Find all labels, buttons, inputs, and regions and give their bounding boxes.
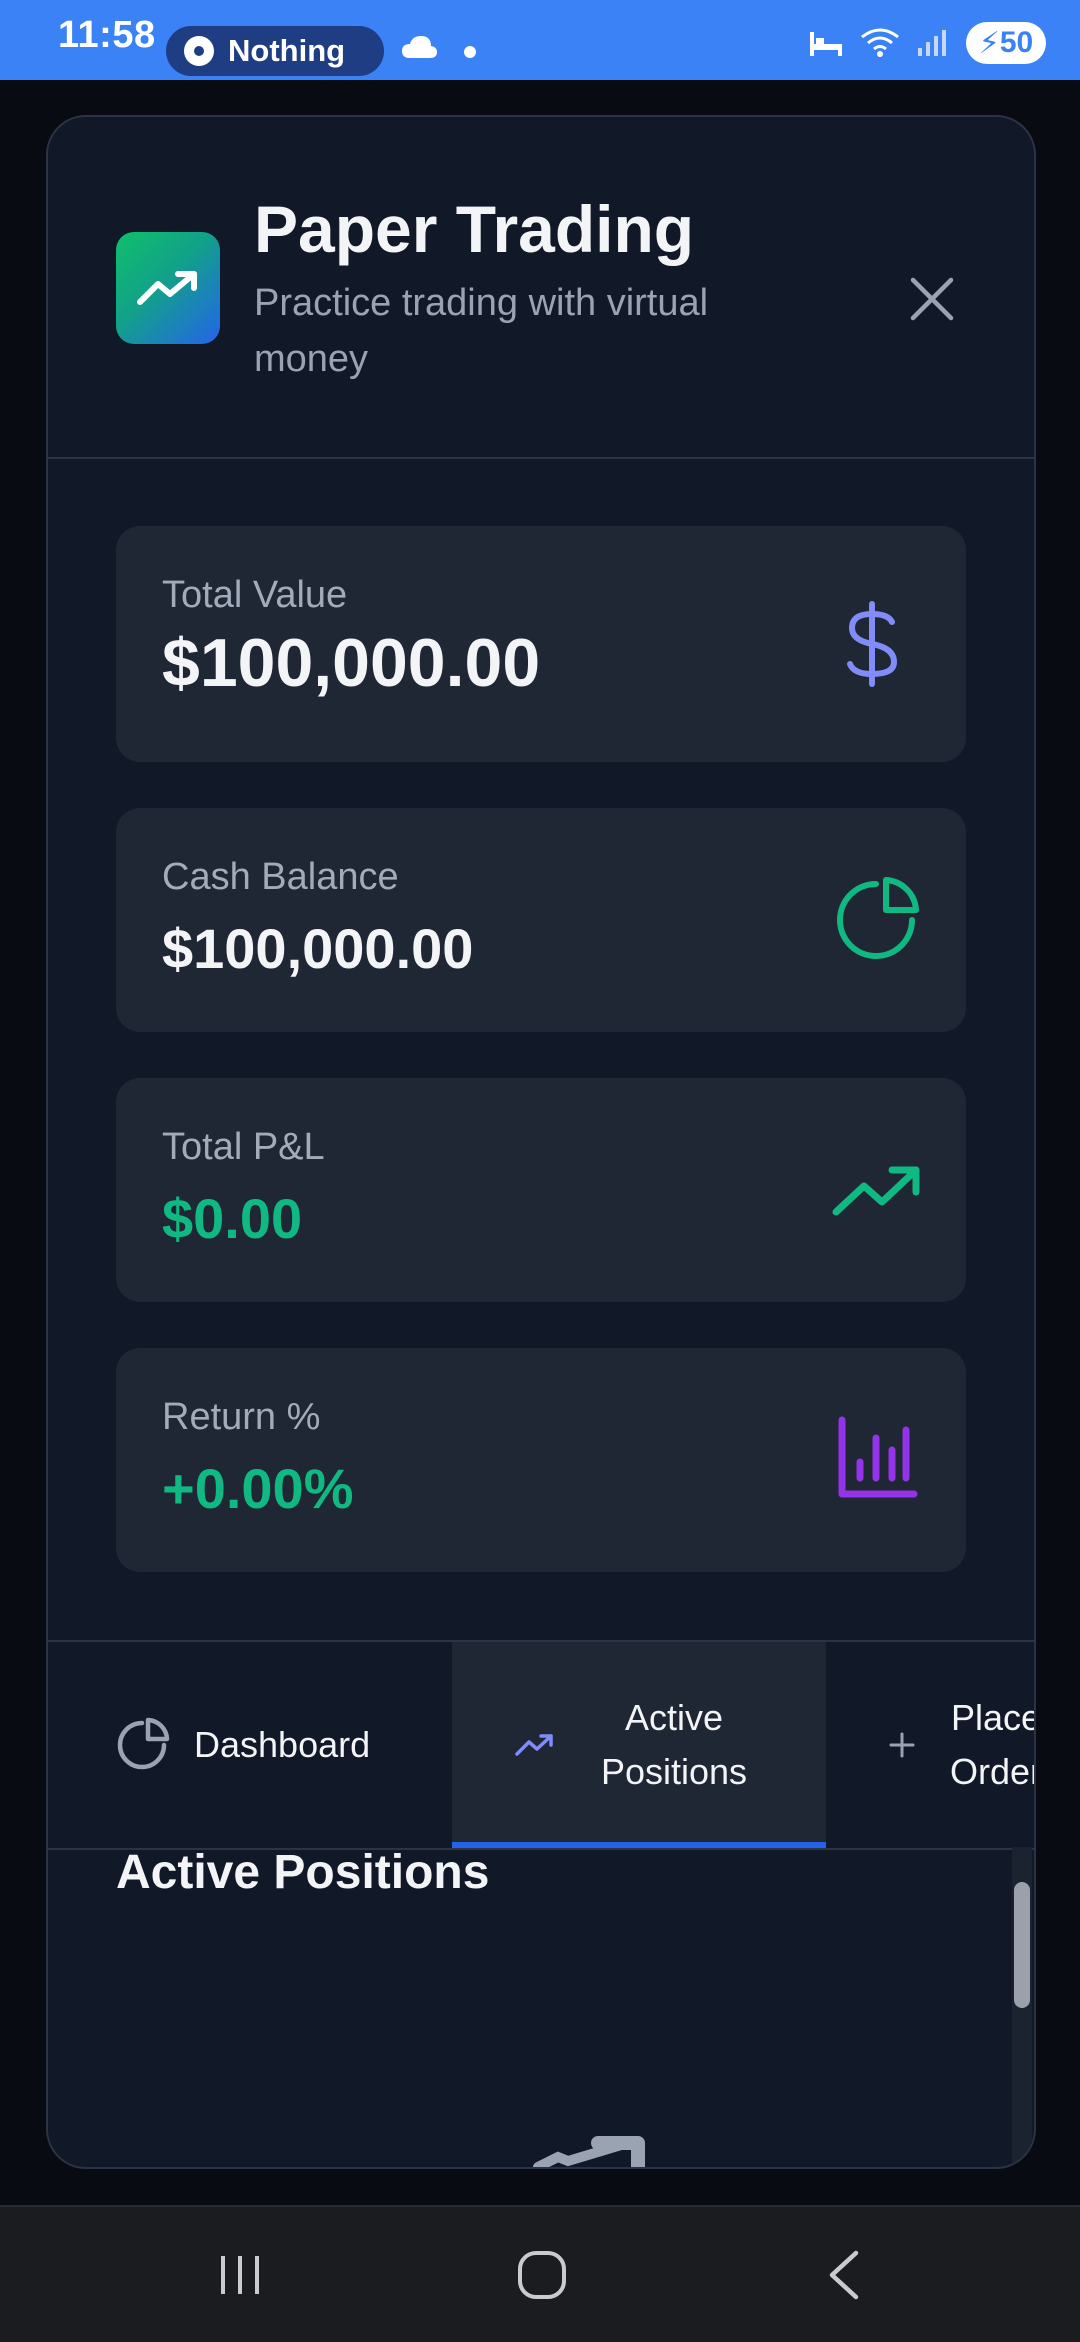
return-percent-card: Return % +0.00%: [116, 1348, 966, 1572]
trending-up-icon: [515, 1734, 553, 1756]
back-button[interactable]: [764, 2207, 924, 2342]
tab-dashboard[interactable]: Dashboard: [114, 1642, 454, 1848]
back-icon: [829, 2250, 859, 2299]
modal-title: Paper Trading: [254, 192, 695, 266]
notification-app-name: Nothing: [228, 33, 346, 68]
card-label: Return %: [162, 1396, 321, 1438]
pie-chart-icon: [117, 1717, 170, 1770]
pie-chart-icon: [837, 877, 919, 959]
charging-icon: ⚡: [978, 26, 1000, 60]
card-value: $0.00: [162, 1187, 303, 1250]
modal-header: Paper Trading Practice trading with virt…: [48, 117, 1034, 459]
tab-active-positions[interactable]: Active Positions: [452, 1642, 826, 1848]
cash-balance-card: Cash Balance $100,000.00: [116, 808, 966, 1032]
record-icon: [184, 36, 214, 66]
status-time: 11:58: [58, 14, 156, 56]
trending-up-icon: [832, 1166, 920, 1216]
recent-apps-button[interactable]: [160, 2207, 320, 2342]
close-icon: [910, 277, 954, 321]
battery-level: 50: [999, 26, 1034, 59]
notification-dot-icon: [464, 46, 476, 58]
plus-icon: [889, 1732, 915, 1758]
tab-label: Place Order: [949, 1697, 1036, 1792]
tab-place-order[interactable]: Place Order: [888, 1642, 1036, 1848]
notification-pill[interactable]: Nothing: [166, 26, 384, 76]
cloud-icon: [402, 36, 437, 58]
card-label: Total P&L: [162, 1126, 325, 1168]
home-icon: [518, 2250, 566, 2299]
trending-up-icon: [533, 2136, 645, 2167]
section-title: Active Positions: [116, 1846, 490, 1899]
close-button[interactable]: [884, 251, 980, 347]
card-value: $100,000.00: [162, 625, 541, 701]
card-value: $100,000.00: [162, 917, 474, 980]
dollar-icon: [847, 601, 898, 687]
bar-chart-icon: [838, 1416, 918, 1498]
home-button[interactable]: [462, 2207, 622, 2342]
system-nav-bar: [0, 2205, 1080, 2342]
tab-label: Dashboard: [194, 1724, 371, 1765]
tab-label: Active Positions: [600, 1697, 748, 1792]
total-pnl-card: Total P&L $0.00: [116, 1078, 966, 1302]
trending-up-icon: [116, 232, 220, 344]
battery-indicator: ⚡ 50: [966, 22, 1046, 64]
paper-trading-modal: Paper Trading Practice trading with virt…: [46, 115, 1036, 2169]
modal-subtitle: Practice trading with virtual money: [254, 282, 709, 380]
status-bar: 11:58 Nothing ⚡ 50: [0, 0, 1080, 80]
tab-bar: Dashboard Active Positions Place Order: [48, 1640, 1034, 1850]
card-label: Cash Balance: [162, 856, 399, 898]
card-value: +0.00%: [162, 1457, 354, 1520]
signal-icon: [918, 30, 946, 56]
wifi-icon: [861, 28, 899, 57]
recent-apps-icon: [221, 2255, 259, 2294]
card-label: Total Value: [162, 574, 348, 616]
bed-icon: [810, 32, 842, 56]
total-value-card: Total Value $100,000.00: [116, 526, 966, 762]
scrollbar-thumb[interactable]: [1014, 1882, 1030, 2008]
